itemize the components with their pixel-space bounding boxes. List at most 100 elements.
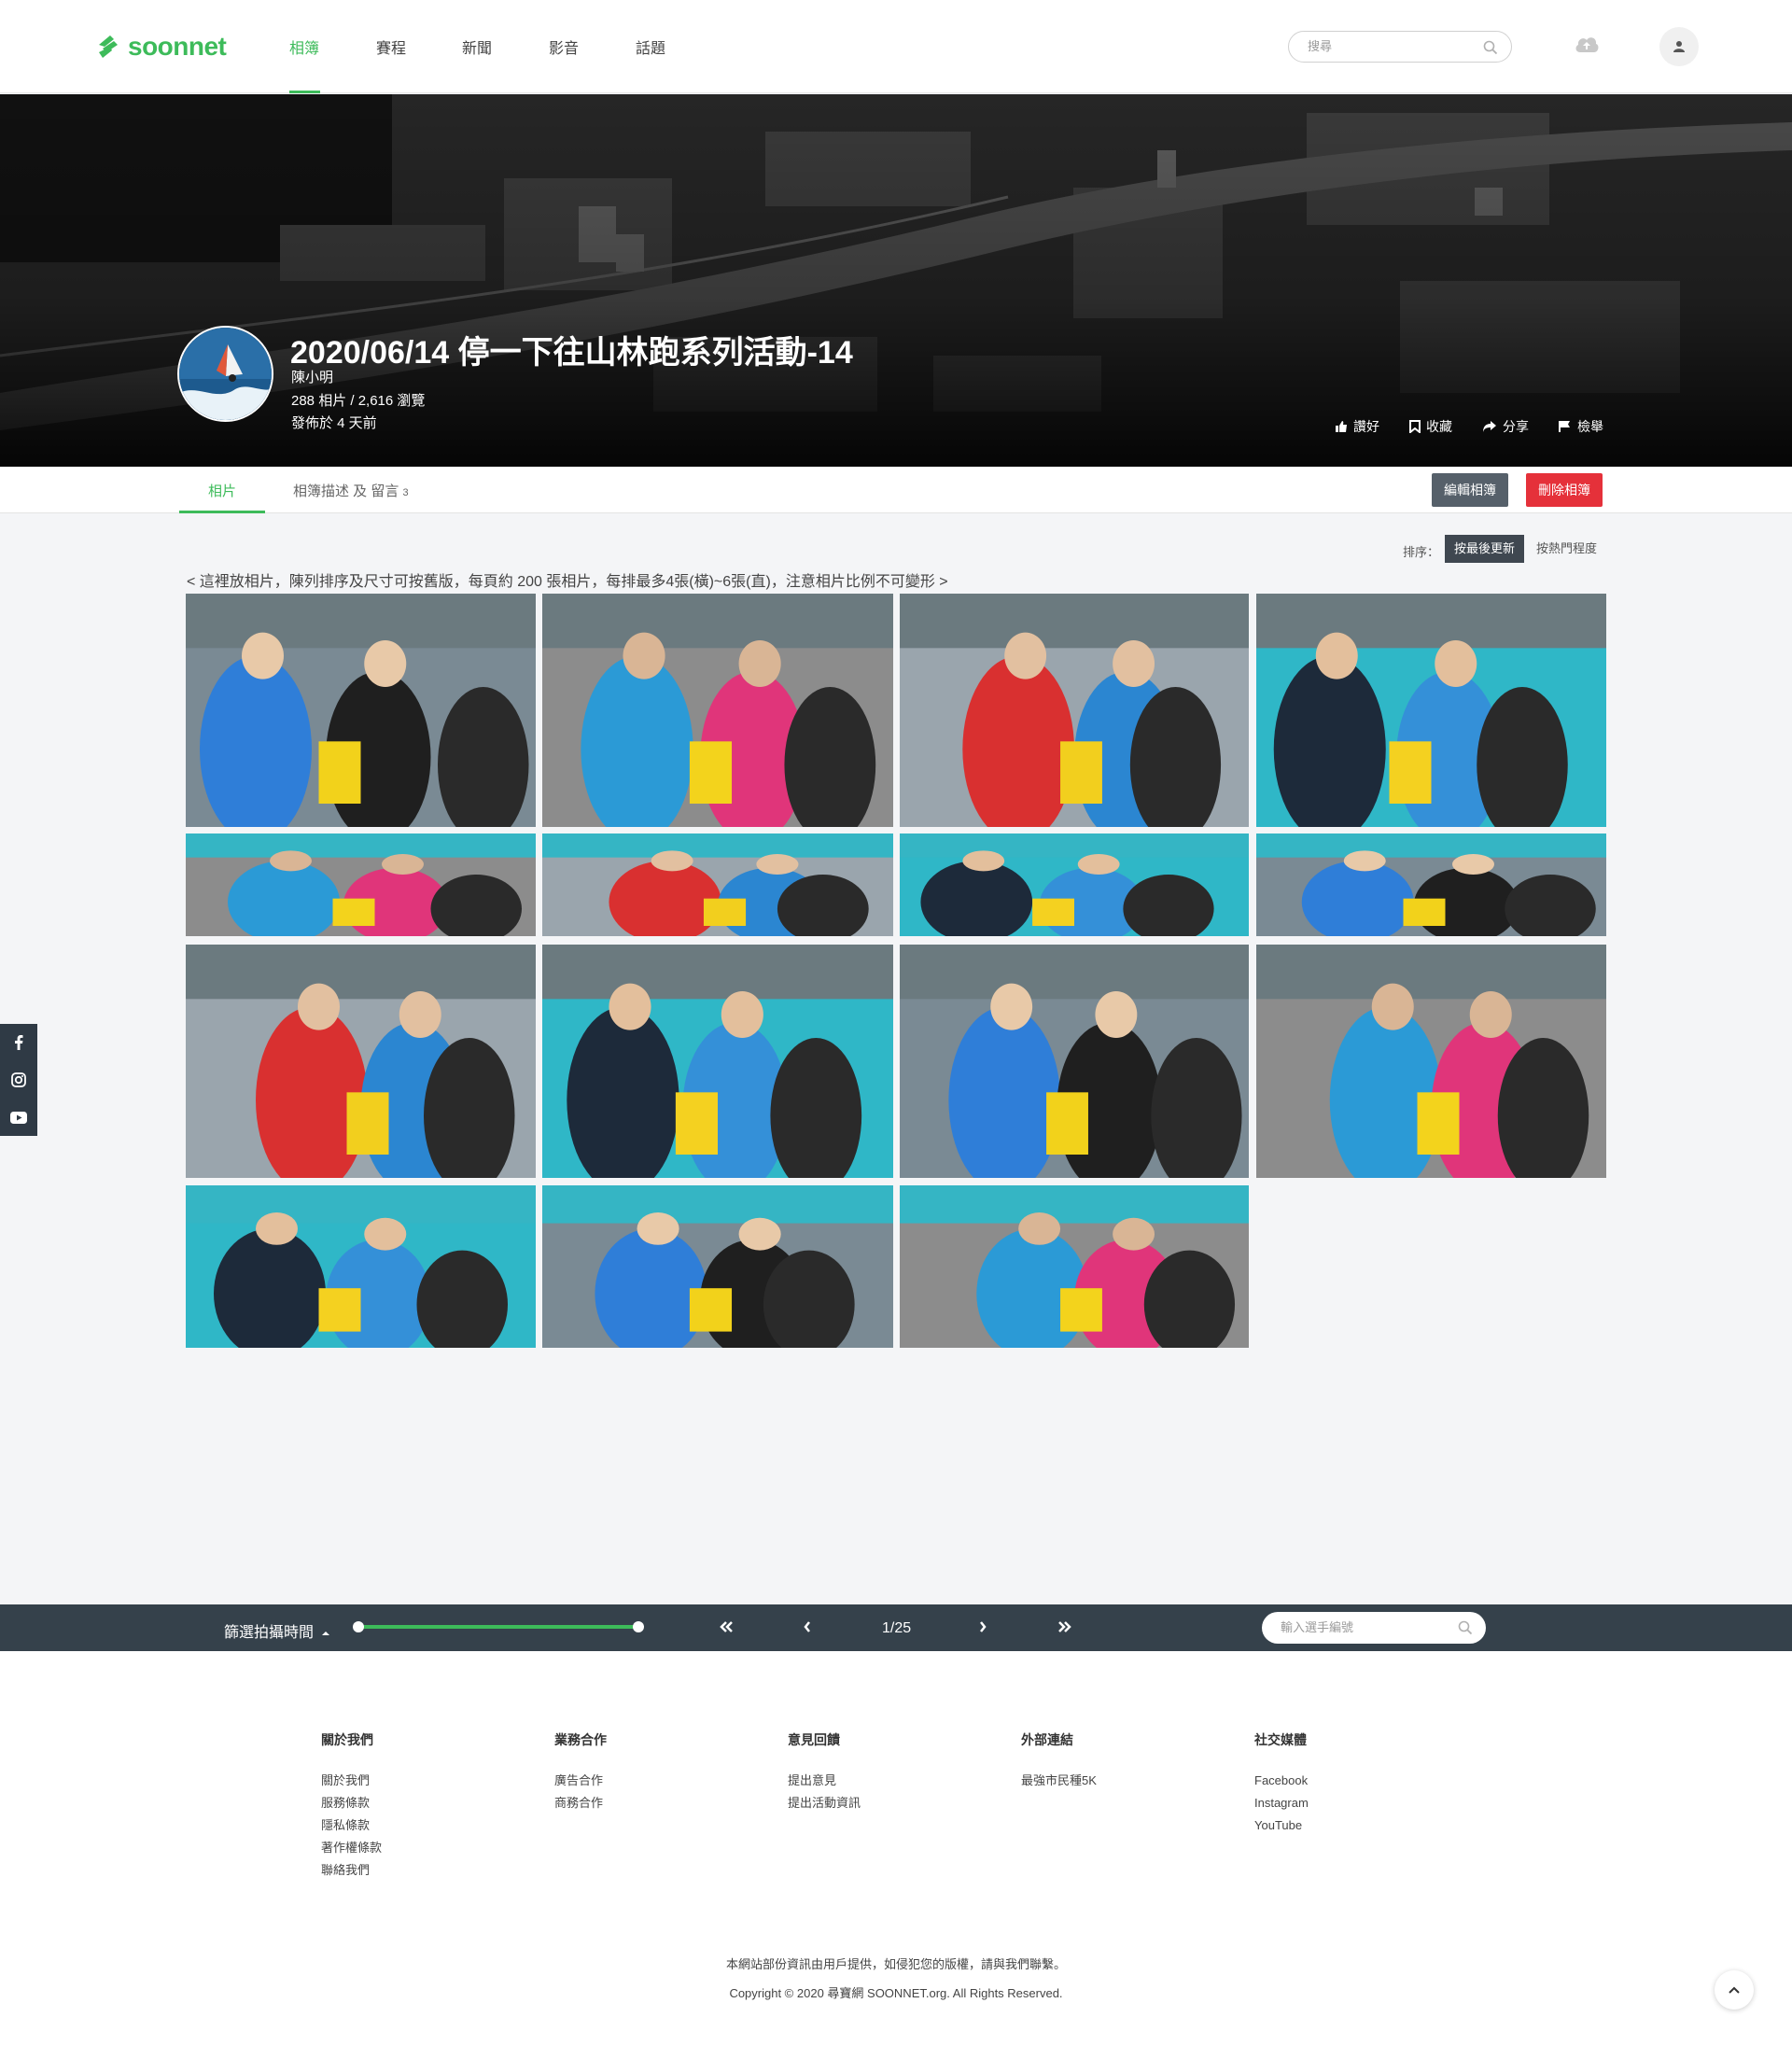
sort-latest-button[interactable]: 按最後更新 bbox=[1445, 535, 1525, 563]
search-icon[interactable] bbox=[1458, 1620, 1473, 1640]
time-range-end-handle[interactable] bbox=[633, 1621, 644, 1632]
tab-photos[interactable]: 相片 bbox=[208, 481, 236, 500]
album-photo-thumbnail[interactable] bbox=[900, 945, 1249, 1178]
bookmark-button[interactable]: 收藏 bbox=[1409, 417, 1452, 436]
search-icon[interactable] bbox=[1483, 40, 1498, 60]
site-footer: 關於我們 關於我們 服務條款 隱私條款 著作權條款 聯絡我們 業務合作 廣告合作… bbox=[0, 1651, 1792, 2045]
author-avatar[interactable] bbox=[177, 326, 273, 422]
photo-filter-bar: 篩選拍攝時間 1/25 bbox=[0, 1604, 1792, 1651]
copyright-notice: 本網站部份資訊由用戶提供，如侵犯您的版權，請與我們聯繫。 bbox=[725, 1957, 1066, 1971]
share-icon bbox=[1483, 421, 1496, 432]
user-avatar-button[interactable] bbox=[1659, 27, 1699, 66]
album-tab-bar: 相片 相簿描述 及 留言 3 bbox=[0, 467, 1792, 513]
footer-link[interactable]: 著作權條款 bbox=[321, 1837, 382, 1859]
runner-number-search bbox=[1262, 1612, 1486, 1644]
nav-active-indicator bbox=[289, 91, 320, 93]
album-photo-thumbnail[interactable] bbox=[186, 945, 536, 1178]
like-label: 讚好 bbox=[1353, 419, 1379, 434]
footer-link[interactable]: 商務合作 bbox=[554, 1792, 607, 1814]
footer-heading: 業務合作 bbox=[554, 1732, 607, 1747]
instagram-icon[interactable] bbox=[0, 1061, 37, 1099]
side-social-bar bbox=[0, 1024, 37, 1136]
footer-link-facebook[interactable]: Facebook bbox=[1254, 1770, 1309, 1792]
album-photo-thumbnail[interactable] bbox=[1256, 833, 1606, 936]
album-photo-thumbnail[interactable] bbox=[186, 594, 536, 827]
youtube-icon[interactable] bbox=[0, 1099, 37, 1136]
sort-label: 排序： bbox=[1403, 545, 1440, 559]
time-range-start-handle[interactable] bbox=[353, 1621, 364, 1632]
next-page-icon[interactable] bbox=[978, 1618, 987, 1641]
album-photo-thumbnail[interactable] bbox=[900, 833, 1249, 936]
logo-mark-icon bbox=[99, 35, 118, 58]
chevron-up-icon bbox=[1729, 1986, 1740, 1994]
album-photo-thumbnail[interactable] bbox=[900, 1185, 1249, 1348]
filter-time-label: 篩選拍攝時間 bbox=[224, 1625, 315, 1641]
album-photo-thumbnail[interactable] bbox=[542, 833, 893, 936]
album-author[interactable]: 陳小明 bbox=[291, 367, 333, 386]
runner-number-input[interactable] bbox=[1281, 1620, 1449, 1634]
album-stats: 288 相片 / 2,616 瀏覽 bbox=[291, 393, 426, 409]
page-indicator: 1/25 bbox=[882, 1620, 912, 1636]
bookmark-icon bbox=[1409, 420, 1421, 433]
scroll-to-top-button[interactable] bbox=[1715, 1970, 1754, 2010]
first-page-icon[interactable] bbox=[719, 1618, 734, 1641]
footer-link[interactable]: 最強市民種5K bbox=[1021, 1770, 1097, 1792]
footer-heading: 意見回饋 bbox=[788, 1732, 840, 1747]
caret-up-icon bbox=[322, 1632, 330, 1635]
footer-link[interactable]: 聯絡我們 bbox=[321, 1859, 382, 1882]
footer-link[interactable]: 隱私條款 bbox=[321, 1814, 382, 1837]
edit-album-button[interactable]: 編輯相簿 bbox=[1432, 473, 1508, 507]
album-photo-thumbnail[interactable] bbox=[542, 594, 893, 827]
logo-text: soonnet bbox=[128, 32, 227, 61]
footer-link[interactable]: 提出意見 bbox=[788, 1770, 861, 1792]
nav-album[interactable]: 相簿 bbox=[289, 35, 319, 58]
search-input[interactable] bbox=[1308, 39, 1476, 53]
upload-cloud-icon[interactable] bbox=[1574, 34, 1600, 59]
previous-page-icon[interactable] bbox=[803, 1618, 812, 1641]
album-title: 2020/06/14 停一下往山林跑系列活動-14 bbox=[290, 335, 853, 371]
album-photo-thumbnail[interactable] bbox=[1256, 594, 1606, 827]
hero-gradient bbox=[0, 94, 1792, 467]
comment-count-badge: 3 bbox=[402, 487, 409, 498]
copyright-text: Copyright © 2020 尋寶網 SOONNET.org. All Ri… bbox=[729, 1986, 1063, 2000]
footer-heading: 關於我們 bbox=[321, 1732, 373, 1747]
delete-album-button[interactable]: 刪除相簿 bbox=[1526, 473, 1603, 507]
time-range-track[interactable] bbox=[358, 1625, 638, 1629]
album-photo-thumbnail[interactable] bbox=[186, 833, 536, 936]
like-button[interactable]: 讚好 bbox=[1335, 417, 1379, 436]
album-photo-thumbnail[interactable] bbox=[542, 945, 893, 1178]
last-page-icon[interactable] bbox=[1057, 1618, 1072, 1641]
footer-heading: 外部連結 bbox=[1021, 1732, 1073, 1747]
album-photo-thumbnail[interactable] bbox=[1256, 945, 1606, 1178]
tab-active-indicator bbox=[179, 511, 265, 513]
footer-col-about: 關於我們 關於我們 服務條款 隱私條款 著作權條款 聯絡我們 bbox=[321, 1730, 382, 1882]
report-label: 檢舉 bbox=[1577, 419, 1603, 434]
top-navbar: soonnet 相簿 賽程 新聞 影音 話題 bbox=[0, 0, 1792, 93]
nav-news[interactable]: 新聞 bbox=[462, 35, 492, 58]
soonnet-logo[interactable]: soonnet bbox=[93, 28, 227, 65]
footer-link[interactable]: 廣告合作 bbox=[554, 1770, 607, 1792]
footer-link[interactable]: 關於我們 bbox=[321, 1770, 382, 1792]
footer-link[interactable]: 服務條款 bbox=[321, 1792, 382, 1814]
report-button[interactable]: 檢舉 bbox=[1559, 417, 1603, 436]
share-button[interactable]: 分享 bbox=[1482, 417, 1529, 436]
footer-col-business: 業務合作 廣告合作 商務合作 bbox=[554, 1730, 607, 1814]
tab-description-label: 相簿描述 及 留言 bbox=[293, 483, 399, 499]
footer-link[interactable]: 提出活動資訊 bbox=[788, 1792, 861, 1814]
footer-col-social: 社交媒體 Facebook Instagram YouTube bbox=[1254, 1730, 1309, 1837]
album-photo-thumbnail[interactable] bbox=[186, 1185, 536, 1348]
album-photo-thumbnail[interactable] bbox=[542, 1185, 893, 1348]
footer-link-youtube[interactable]: YouTube bbox=[1254, 1814, 1309, 1837]
nav-videos[interactable]: 影音 bbox=[549, 35, 579, 58]
filter-time-toggle[interactable]: 篩選拍攝時間 bbox=[224, 1619, 330, 1642]
album-photo-thumbnail[interactable] bbox=[900, 594, 1249, 827]
nav-events[interactable]: 賽程 bbox=[376, 35, 406, 58]
nav-topics[interactable]: 話題 bbox=[636, 35, 665, 58]
user-icon bbox=[1673, 41, 1685, 52]
bookmark-label: 收藏 bbox=[1426, 419, 1452, 434]
sort-popular-button[interactable]: 按熱門程度 bbox=[1527, 535, 1606, 563]
album-cover bbox=[0, 94, 1792, 467]
footer-link-instagram[interactable]: Instagram bbox=[1254, 1792, 1309, 1814]
tab-description-comments[interactable]: 相簿描述 及 留言 3 bbox=[293, 481, 409, 500]
facebook-icon[interactable] bbox=[0, 1024, 37, 1061]
